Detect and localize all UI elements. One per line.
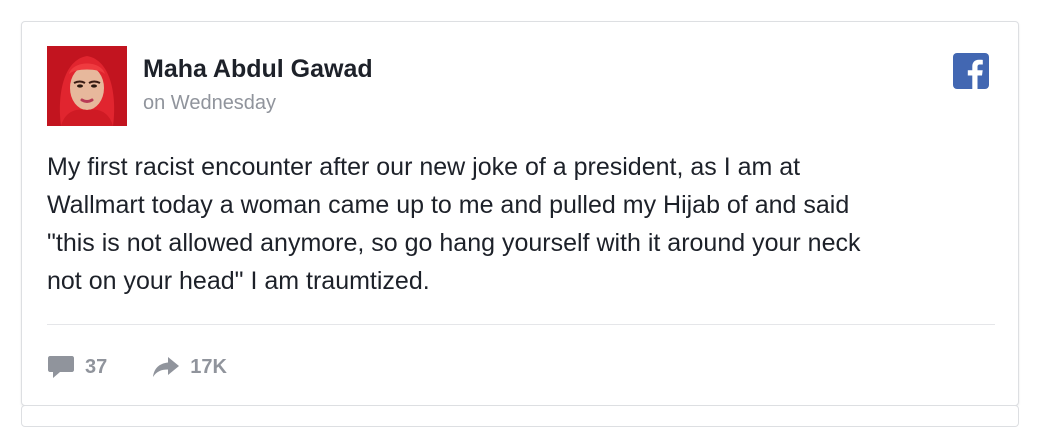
comments-stat[interactable]: 37 (47, 354, 107, 380)
share-icon (153, 357, 180, 377)
facebook-icon[interactable] (953, 53, 989, 89)
divider (47, 324, 995, 325)
comment-icon (48, 356, 74, 378)
post-text-line: "this is not allowed anymore, so go hang… (47, 229, 861, 257)
post-timestamp[interactable]: on Wednesday (143, 92, 276, 115)
post-text-line: Wallmart today a woman came up to me and… (47, 191, 850, 219)
avatar-image (47, 46, 127, 126)
post-text: My first racist encounter after our new … (47, 148, 987, 300)
author-name[interactable]: Maha Abdul Gawad (143, 55, 373, 84)
shares-count: 17K (190, 355, 227, 378)
post-text-line: My first racist encounter after our new … (47, 153, 801, 181)
avatar[interactable] (47, 46, 127, 126)
next-card-edge (21, 405, 1019, 427)
post-stats: 37 17K (47, 352, 227, 382)
comments-count: 37 (85, 355, 108, 378)
post-card: Maha Abdul Gawad on Wednesday My first r… (21, 21, 1019, 406)
shares-stat[interactable]: 17K (152, 354, 227, 380)
post-text-line: not on your head" I am traumtized. (47, 267, 430, 295)
